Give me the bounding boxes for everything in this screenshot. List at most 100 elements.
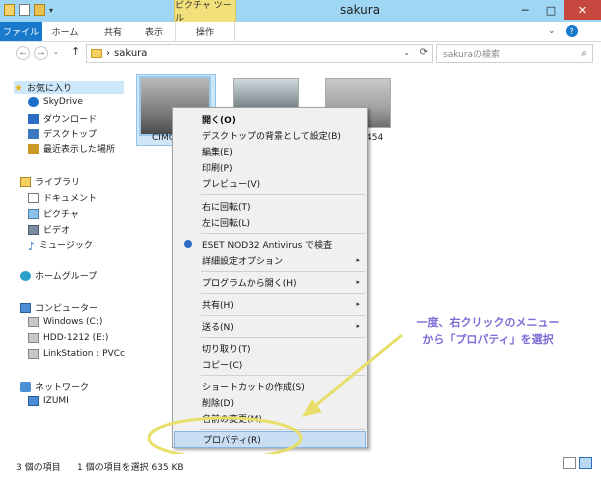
tab-share[interactable]: 共有 bbox=[93, 22, 133, 41]
sidebar-item-computer[interactable]: コンピューター bbox=[20, 301, 98, 314]
navigation-pane: ★ お気に入り SkyDrive ダウンロード デスクトップ 最近表示した場所 … bbox=[0, 72, 128, 450]
computer-icon bbox=[28, 396, 39, 406]
submenu-arrow-icon: ▸ bbox=[356, 256, 360, 264]
sidebar-item-homegroup[interactable]: ホームグループ bbox=[20, 269, 97, 282]
menu-item-open-with[interactable]: プログラムから開く(H) ▸ bbox=[174, 274, 366, 290]
submenu-arrow-icon: ▸ bbox=[356, 322, 360, 330]
customize-qat-chevron-icon[interactable]: ▾ bbox=[49, 6, 53, 15]
details-view-icon[interactable] bbox=[563, 457, 576, 469]
menu-separator bbox=[201, 337, 365, 338]
menu-separator bbox=[201, 233, 365, 234]
tab-manage[interactable]: 操作 bbox=[175, 22, 235, 41]
tab-file[interactable]: ファイル bbox=[0, 22, 42, 41]
address-history-chevron-icon[interactable]: ⌄ bbox=[403, 48, 410, 57]
menu-item-cut[interactable]: 切り取り(T) bbox=[174, 340, 366, 356]
sidebar-item-desktop[interactable]: デスクトップ bbox=[28, 127, 97, 140]
sidebar-item-libraries[interactable]: ライブラリ bbox=[20, 175, 80, 188]
sidebar-item-drive-c[interactable]: Windows (C:) bbox=[28, 317, 102, 327]
menu-separator bbox=[201, 315, 365, 316]
sidebar-item-izumi[interactable]: IZUMI bbox=[28, 396, 69, 406]
menu-item-share[interactable]: 共有(H) ▸ bbox=[174, 296, 366, 312]
menu-item-rename[interactable]: 名前の変更(M) bbox=[174, 410, 366, 426]
sidebar-item-recent-places[interactable]: 最近表示した場所 bbox=[28, 142, 115, 155]
sidebar-item-linkstation[interactable]: LinkStation : PVCc bbox=[28, 349, 126, 359]
back-button[interactable]: ← bbox=[16, 46, 30, 60]
sidebar-item-label: ホームグループ bbox=[35, 272, 98, 282]
breadcrumb-sakura[interactable]: sakura bbox=[114, 48, 147, 59]
forward-button[interactable]: → bbox=[34, 46, 48, 60]
status-item-count: 3 個の項目 bbox=[16, 463, 61, 473]
menu-item-send-to[interactable]: 送る(N) ▸ bbox=[174, 318, 366, 334]
menu-item-label: 詳細設定オプション bbox=[202, 256, 284, 267]
desktop-icon bbox=[28, 128, 39, 139]
properties-icon[interactable] bbox=[19, 4, 30, 16]
music-icon: ♪ bbox=[28, 239, 36, 253]
cloud-icon bbox=[28, 97, 39, 107]
title-bar bbox=[0, 0, 601, 22]
menu-item-set-desktop-background[interactable]: デスクトップの背景として設定(B) bbox=[174, 127, 366, 143]
quick-access-toolbar: ▾ bbox=[4, 4, 53, 16]
sidebar-item-network[interactable]: ネットワーク bbox=[20, 380, 89, 393]
sidebar-item-skydrive[interactable]: SkyDrive bbox=[28, 97, 83, 107]
sidebar-item-pictures[interactable]: ピクチャ bbox=[28, 207, 79, 220]
annotation-line-1: 一度、右クリックのメニュー bbox=[416, 316, 560, 329]
menu-item-rotate-right[interactable]: 右に回転(T) bbox=[174, 198, 366, 214]
menu-item-rotate-left[interactable]: 左に回転(L) bbox=[174, 214, 366, 230]
sidebar-item-documents[interactable]: ドキュメント bbox=[28, 191, 97, 204]
sidebar-item-label: ネットワーク bbox=[35, 383, 90, 393]
expand-ribbon-chevron-icon[interactable]: ⌄ bbox=[548, 26, 556, 36]
tab-view[interactable]: 表示 bbox=[134, 22, 174, 41]
large-icons-view-icon[interactable] bbox=[579, 457, 592, 469]
download-icon bbox=[28, 113, 39, 124]
file-name[interactable]: 454 bbox=[366, 133, 383, 143]
window-title: sakura bbox=[340, 3, 381, 17]
address-bar[interactable]: › sakura ⌄ ⟳ bbox=[86, 44, 433, 63]
sidebar-item-label: デスクトップ bbox=[43, 130, 98, 140]
help-icon[interactable]: ? bbox=[565, 25, 578, 37]
breadcrumb-separator[interactable]: › bbox=[106, 48, 110, 59]
sidebar-item-label: ダウンロード bbox=[43, 115, 98, 125]
sidebar-item-favorites[interactable]: ★ お気に入り bbox=[14, 81, 124, 94]
homegroup-icon bbox=[20, 270, 31, 281]
menu-item-properties[interactable]: プロパティ(R) bbox=[174, 431, 366, 448]
annotation-callout: 一度、右クリックのメニュー から「プロパティ」を選択 bbox=[388, 314, 588, 348]
sidebar-item-label: HDD-1212 (E:) bbox=[43, 333, 109, 343]
sidebar-item-label: Windows (C:) bbox=[43, 317, 103, 327]
menu-item-preview[interactable]: プレビュー(V) bbox=[174, 175, 366, 191]
maximize-button[interactable]: □ bbox=[538, 0, 564, 20]
menu-item-print[interactable]: 印刷(P) bbox=[174, 159, 366, 175]
sidebar-item-downloads[interactable]: ダウンロード bbox=[28, 112, 97, 125]
minimize-button[interactable]: ─ bbox=[512, 0, 538, 20]
new-folder-icon[interactable] bbox=[34, 4, 45, 16]
menu-item-delete[interactable]: 削除(D) bbox=[174, 394, 366, 410]
recent-locations-chevron-icon[interactable]: ⌄ bbox=[53, 48, 59, 56]
submenu-arrow-icon: ▸ bbox=[356, 300, 360, 308]
help-area: ⌄ ? bbox=[548, 25, 578, 37]
sidebar-item-drive-e[interactable]: HDD-1212 (E:) bbox=[28, 333, 108, 343]
sidebar-item-label: ビデオ bbox=[43, 226, 71, 236]
menu-item-eset-scan[interactable]: ESET NOD32 Antivirus で検査 bbox=[174, 236, 366, 252]
sidebar-item-music[interactable]: ♪ ミュージック bbox=[28, 238, 93, 253]
menu-item-label: 共有(H) bbox=[202, 300, 234, 311]
document-icon bbox=[28, 192, 39, 203]
menu-item-label: プログラムから開く(H) bbox=[202, 278, 297, 289]
close-button[interactable]: ✕ bbox=[564, 0, 601, 20]
sidebar-item-label: ピクチャ bbox=[43, 210, 79, 220]
menu-item-copy[interactable]: コピー(C) bbox=[174, 356, 366, 372]
ribbon-tab-bar bbox=[0, 22, 601, 42]
folder-icon[interactable] bbox=[4, 4, 15, 16]
tab-home[interactable]: ホーム bbox=[45, 22, 85, 41]
menu-item-edit[interactable]: 編集(E) bbox=[174, 143, 366, 159]
search-icon[interactable]: ⌕ bbox=[581, 48, 587, 59]
refresh-icon[interactable]: ⟳ bbox=[420, 47, 428, 58]
up-button[interactable]: ↑ bbox=[71, 45, 80, 58]
sidebar-item-videos[interactable]: ビデオ bbox=[28, 223, 70, 236]
menu-separator bbox=[201, 271, 365, 272]
search-placeholder: sakuraの検索 bbox=[443, 50, 501, 60]
menu-item-label: 送る(N) bbox=[202, 322, 234, 333]
menu-item-advanced-options[interactable]: 詳細設定オプション ▸ bbox=[174, 252, 366, 268]
menu-item-open[interactable]: 開く(O) bbox=[174, 111, 366, 127]
search-input[interactable]: sakuraの検索 ⌕ bbox=[436, 44, 593, 63]
folder-icon bbox=[91, 49, 102, 58]
menu-item-create-shortcut[interactable]: ショートカットの作成(S) bbox=[174, 378, 366, 394]
